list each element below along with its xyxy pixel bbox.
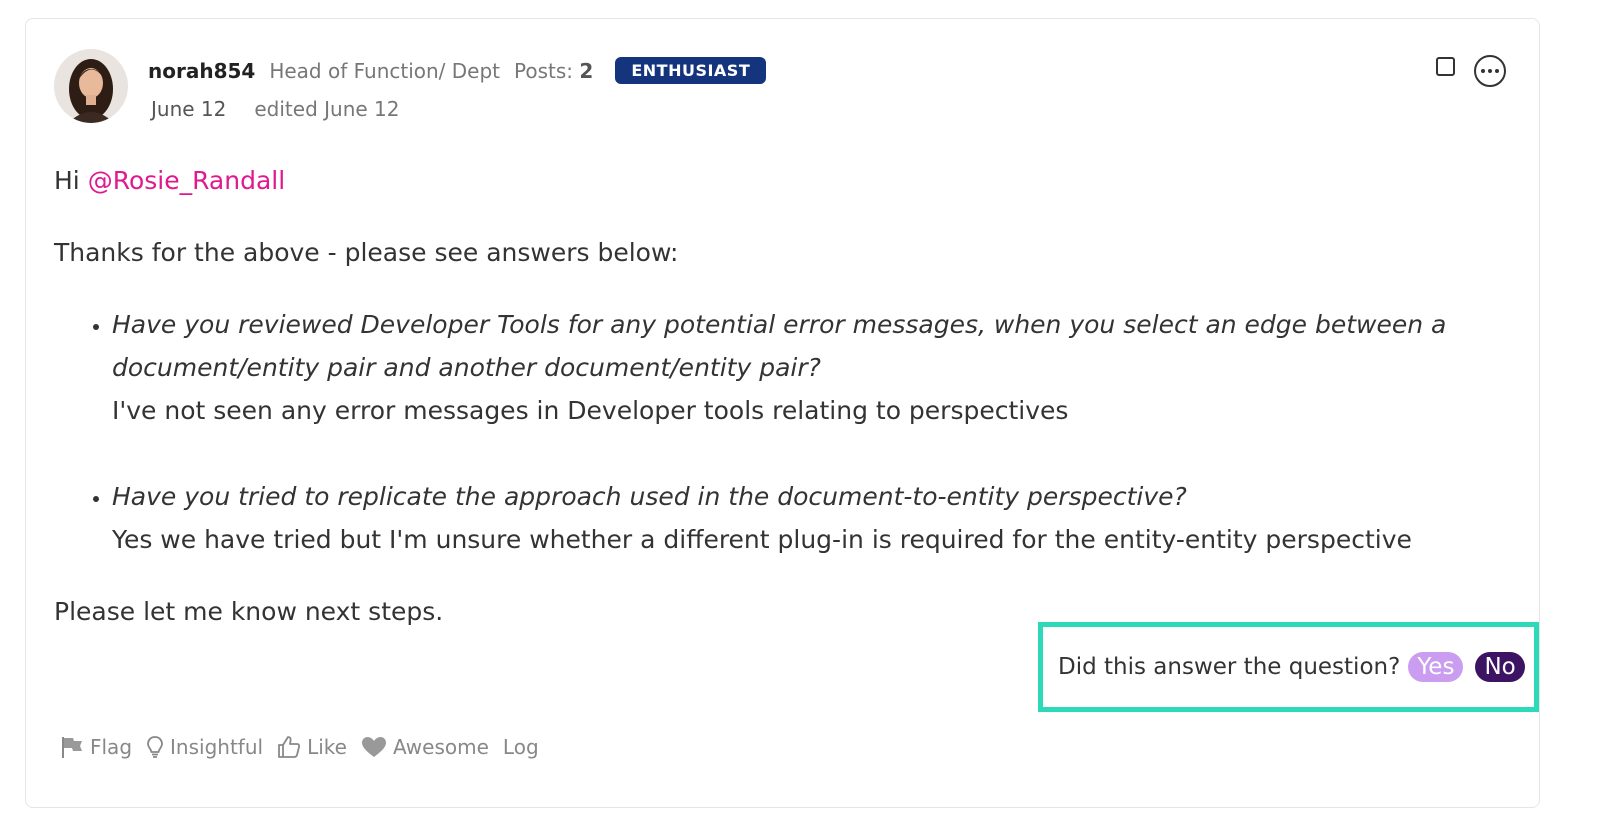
awesome-label: Awesome	[392, 735, 489, 759]
qa-list: Have you reviewed Developer Tools for an…	[54, 303, 1494, 561]
no-button[interactable]: No	[1475, 652, 1525, 682]
posts-count-value: 2	[579, 58, 594, 83]
greeting-prefix: Hi	[54, 166, 80, 195]
answer-text: I've not seen any error messages in Deve…	[112, 396, 1069, 425]
post-date[interactable]: June 12	[151, 97, 226, 121]
user-mention-link[interactable]: @Rosie_Randall	[88, 166, 285, 195]
intro-text: Thanks for the above - please see answer…	[54, 238, 679, 267]
yes-button[interactable]: Yes	[1408, 652, 1464, 682]
log-label: Log	[502, 735, 539, 759]
edited-date: edited June 12	[254, 97, 400, 121]
more-dot	[1488, 69, 1492, 73]
posts-label: Posts:	[514, 58, 574, 83]
lightbulb-icon	[147, 736, 163, 758]
answer-text: Yes we have tried but I'm unsure whether…	[112, 525, 1412, 554]
avatar[interactable]	[54, 49, 128, 123]
comment-card: norah854 Head of Function/ Dept Posts: 2…	[25, 18, 1540, 808]
rank-badge: ENTHUSIAST	[615, 57, 767, 84]
more-options-icon[interactable]	[1474, 55, 1506, 87]
question-text: Have you reviewed Developer Tools for an…	[112, 310, 1447, 382]
more-dot	[1481, 69, 1485, 73]
post-body: Hi @Rosie_Randall Thanks for the above -…	[54, 159, 1494, 633]
author-meta: norah854 Head of Function/ Dept Posts: 2…	[148, 57, 767, 84]
list-item: Have you tried to replicate the approach…	[112, 475, 1494, 561]
greeting: Hi @Rosie_Randall	[54, 159, 1494, 202]
insightful-reaction-button[interactable]: Insightful	[146, 735, 263, 759]
accepted-answer-prompt: Did this answer the question? Yes No	[1038, 622, 1539, 712]
post-count: Posts: 2	[514, 59, 593, 83]
list-item: Have you reviewed Developer Tools for an…	[112, 303, 1494, 432]
more-dot	[1495, 69, 1499, 73]
reaction-bar: Flag Insightful Like Awesome Log	[60, 735, 553, 759]
answer-prompt-question: Did this answer the question?	[1058, 654, 1401, 680]
flag-reaction-button[interactable]: Flag	[60, 735, 132, 759]
awesome-reaction-button[interactable]: Awesome	[361, 735, 489, 759]
username[interactable]: norah854	[148, 59, 255, 83]
author-role: Head of Function/ Dept	[269, 58, 501, 83]
log-link[interactable]: Log	[503, 735, 539, 759]
question-text: Have you tried to replicate the approach…	[112, 482, 1187, 511]
flag-icon	[62, 737, 82, 758]
bookmark-checkbox[interactable]	[1436, 57, 1455, 76]
post-dates: June 12 edited June 12	[151, 97, 400, 121]
like-label: Like	[307, 735, 347, 759]
heart-icon	[361, 737, 386, 757]
user-avatar-photo	[54, 49, 128, 123]
flag-label: Flag	[90, 735, 133, 759]
thumbs-up-icon	[278, 736, 301, 758]
like-reaction-button[interactable]: Like	[277, 735, 347, 759]
insightful-label: Insightful	[170, 735, 264, 759]
